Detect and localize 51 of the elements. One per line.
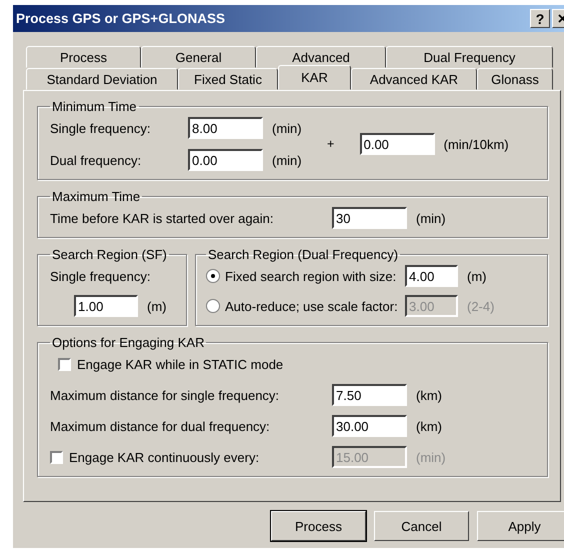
unit-label: (min) <box>416 450 446 464</box>
tab[interactable]: Fixed Static <box>178 68 278 90</box>
tab[interactable]: Process <box>26 46 141 68</box>
input-field[interactable]: 0.00 <box>188 149 263 171</box>
dialog-button[interactable]: Cancel <box>374 511 469 541</box>
input-field[interactable]: 30 <box>332 207 407 229</box>
input-field[interactable]: 30.00 <box>332 415 407 437</box>
field-label: Dual frequency: <box>50 152 142 168</box>
field-label: Maximum distance for single frequency: <box>50 388 280 402</box>
plus-sign: + <box>326 137 336 151</box>
group-title: Search Region (Dual Frequency) <box>207 247 400 262</box>
input-field[interactable]: 8.00 <box>188 117 263 139</box>
dialog-button[interactable]: Apply <box>477 511 564 541</box>
unit-label: (min) <box>416 210 446 226</box>
close-icon <box>558 14 564 23</box>
unit-label: (min/10km) <box>444 136 509 152</box>
group-title: Options for Engaging KAR <box>51 335 206 350</box>
unit-label: (km) <box>416 418 442 434</box>
checkbox-label: Engage KAR while in STATIC mode <box>77 356 284 372</box>
input-field[interactable]: 0.00 <box>360 133 435 155</box>
group-title: Minimum Time <box>51 99 138 114</box>
input-field[interactable]: 1.00 <box>74 295 138 317</box>
window-title: Process GPS or GPS+GLONASS <box>16 11 226 26</box>
unit-label: (2-4) <box>467 298 494 314</box>
field-label: Maximum distance for dual frequency: <box>50 418 271 434</box>
tab[interactable]: General <box>141 46 256 68</box>
unit-label: (m) <box>147 298 166 314</box>
tab[interactable]: Glonass <box>477 68 553 90</box>
unit-label: (km) <box>416 388 442 402</box>
field-label: Time before KAR is started over again: <box>50 210 275 226</box>
group-title: Maximum Time <box>51 189 142 204</box>
group-title: Search Region (SF) <box>51 247 168 262</box>
input-field[interactable]: 4.00 <box>405 265 458 287</box>
checkbox-label: Engage KAR continuously every: <box>69 450 260 464</box>
field-label: Single frequency: <box>50 120 152 136</box>
tab[interactable]: Advanced KAR <box>351 68 477 90</box>
unit-label: (min) <box>272 120 302 136</box>
unit-label: (min) <box>272 152 302 168</box>
tab[interactable]: Standard Deviation <box>26 68 178 90</box>
tab[interactable]: Advanced <box>256 46 386 68</box>
help-button[interactable]: ? <box>530 9 550 28</box>
radio-label: Fixed search region with size: <box>225 268 398 284</box>
radio-button[interactable] <box>206 269 220 283</box>
field-label: Single frequency: <box>50 268 150 284</box>
checkbox[interactable] <box>58 358 71 370</box>
radio-label: Auto-reduce; use scale factor: <box>225 298 399 314</box>
tab[interactable]: KAR <box>278 65 351 90</box>
dialog-button[interactable]: Process <box>271 511 366 541</box>
unit-label: (m) <box>467 268 486 284</box>
tab[interactable]: Dual Frequency <box>386 46 553 68</box>
input-field[interactable]: 7.50 <box>332 384 407 406</box>
